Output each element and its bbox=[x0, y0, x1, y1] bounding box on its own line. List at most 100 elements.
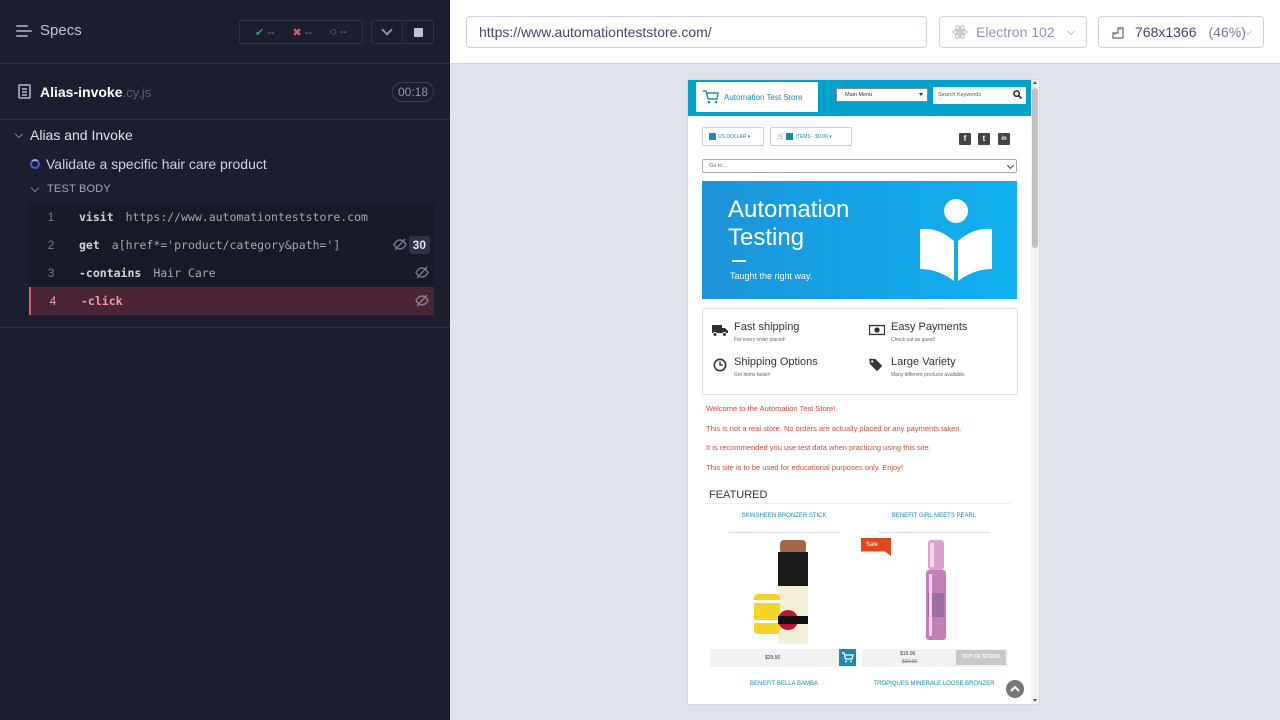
pending-icon: ◌ bbox=[330, 26, 337, 38]
list-icon bbox=[16, 24, 32, 38]
old-price: $30.00 bbox=[902, 659, 918, 665]
divider bbox=[706, 503, 1011, 504]
cart-dropdown[interactable]: 🛒 ITEMS - $0.00 ▾ bbox=[770, 127, 852, 146]
test-stats: ✔ -- ✖ -- ◌ -- bbox=[239, 20, 363, 44]
twitter-icon[interactable]: t bbox=[978, 133, 990, 145]
search-icon[interactable] bbox=[1013, 90, 1022, 99]
ruler-icon bbox=[1112, 27, 1124, 39]
viewport-info[interactable]: 768x1366 (46%) bbox=[1098, 16, 1264, 48]
price-bar: $29.50 bbox=[710, 649, 856, 667]
feature-large-variety: Large Variety Many different products ava… bbox=[869, 356, 966, 378]
aut-iframe: Automation Test Store Main Menu Search K… bbox=[688, 80, 1039, 704]
command-row-failed[interactable]: 4 -click bbox=[29, 287, 434, 315]
main-menu-select[interactable]: Main Menu bbox=[836, 88, 928, 102]
file-icon bbox=[18, 84, 31, 99]
reporter-header: Specs ✔ -- ✖ -- ◌ -- bbox=[0, 0, 450, 64]
cart-logo-icon bbox=[703, 90, 719, 104]
items-icon bbox=[786, 133, 794, 140]
command-log-panel: Specs ✔ -- ✖ -- ◌ -- Alias-invoke.cy.js 00:… bbox=[0, 0, 450, 720]
featured-heading: FEATURED bbox=[709, 489, 768, 501]
linkedin-icon[interactable]: in bbox=[998, 133, 1010, 145]
browser-selector[interactable]: Electron 102 bbox=[939, 16, 1087, 48]
aut-scrollbar[interactable] bbox=[1031, 80, 1039, 704]
store-logo[interactable]: Automation Test Store bbox=[696, 82, 818, 112]
eye-slash-icon bbox=[393, 238, 407, 251]
stop-button[interactable] bbox=[403, 21, 433, 43]
add-to-cart-button[interactable] bbox=[839, 649, 856, 666]
product-link[interactable]: BENEFIT BELLA BAMBA bbox=[710, 681, 858, 687]
eye-slash-icon bbox=[415, 294, 429, 307]
scroll-down-arrow[interactable] bbox=[1033, 699, 1037, 702]
chevron-down-icon bbox=[381, 24, 393, 36]
message-line: Welcome to the Automation Test Store! bbox=[706, 404, 836, 413]
caret-down-icon bbox=[30, 183, 40, 192]
eye-slash-icon bbox=[415, 266, 429, 279]
message-line: It is recommended you use test data when… bbox=[706, 443, 931, 452]
element-count-badge: 30 bbox=[408, 236, 430, 254]
divider bbox=[728, 532, 840, 533]
product-link[interactable]: TROPIQUES MINERALE LOOSE BRONZER bbox=[860, 681, 1008, 687]
currency-icon bbox=[709, 133, 716, 140]
clock-icon bbox=[713, 358, 727, 372]
product-link[interactable]: BENEFIT GIRL MEETS PEARL bbox=[860, 513, 1008, 519]
divider bbox=[0, 327, 450, 328]
duration-badge: 00:18 bbox=[392, 82, 434, 102]
welcome-messages: Welcome to the Automation Test Store! Th… bbox=[706, 404, 962, 482]
aut-header: https://www.automationteststore.com/ Ele… bbox=[450, 0, 1280, 64]
suite-title[interactable]: Alias and Invoke bbox=[14, 127, 133, 143]
sale-price: $19.00 bbox=[900, 651, 916, 657]
scroll-thumb[interactable] bbox=[1032, 88, 1038, 248]
command-row[interactable]: 2 get a[href*='product/category&path='] … bbox=[29, 231, 434, 259]
command-row[interactable]: 3 -contains Hair Care bbox=[29, 259, 434, 287]
spec-file-name: Alias-invoke.cy.js bbox=[40, 84, 152, 100]
features-box: Fast shipping For every order placed! Eas… bbox=[702, 308, 1018, 395]
out-of-stock-badge: OUT OF STOCK bbox=[956, 650, 1006, 665]
tags-icon bbox=[869, 358, 883, 372]
feature-fast-shipping: Fast shipping For every order placed! bbox=[712, 321, 799, 343]
divider bbox=[732, 260, 746, 262]
price-bar: $19.00 $30.00 OUT OF STOCK bbox=[862, 649, 1008, 667]
sale-badge: Sale bbox=[861, 538, 891, 556]
expand-button[interactable] bbox=[372, 21, 403, 43]
chevron-down-icon bbox=[1066, 26, 1076, 36]
zoom-level: (46%) bbox=[1208, 24, 1246, 40]
viewport-size: 768x1366 bbox=[1135, 24, 1197, 40]
passed-stat: ✔ -- bbox=[255, 26, 275, 39]
product-link[interactable]: SKINSHEEN BRONZER STICK bbox=[710, 513, 858, 519]
pending-stat: ◌ -- bbox=[330, 26, 347, 38]
cart-icon: 🛒 bbox=[777, 134, 785, 140]
running-spinner-icon bbox=[30, 159, 40, 169]
price: $29.50 bbox=[765, 655, 781, 661]
goto-select[interactable]: Go to... bbox=[702, 159, 1017, 173]
chevron-up-icon bbox=[1010, 685, 1020, 692]
browser-label: Electron 102 bbox=[976, 24, 1055, 40]
divider bbox=[878, 532, 990, 533]
stop-icon bbox=[413, 27, 423, 37]
message-line: This site is to be used for educational … bbox=[706, 462, 904, 472]
test-title[interactable]: Validate a specific hair care product bbox=[30, 156, 267, 172]
hero-banner[interactable]: Automation Testing Taught the right way. bbox=[702, 181, 1017, 299]
specs-label: Specs bbox=[40, 22, 82, 39]
currency-dropdown[interactable]: US DOLLAR ▾ bbox=[702, 127, 764, 146]
search-input[interactable]: Search Keywords bbox=[933, 87, 1026, 104]
store-header: Automation Test Store Main Menu Search K… bbox=[688, 80, 1031, 116]
feature-easy-payments: Easy Payments Check out as guest! bbox=[869, 321, 967, 343]
command-list: 1 visit https://www.automationteststore.… bbox=[29, 203, 434, 315]
product-image-bronzer-stick[interactable] bbox=[750, 538, 816, 646]
scroll-to-top-button[interactable] bbox=[1006, 680, 1024, 698]
failed-stat: ✖ -- bbox=[292, 26, 313, 39]
electron-icon bbox=[952, 25, 968, 39]
check-icon: ✔ bbox=[255, 26, 265, 39]
product-image-girl-meets-pearl[interactable] bbox=[916, 538, 956, 646]
specs-button[interactable]: Specs bbox=[16, 22, 82, 39]
scroll-up-arrow[interactable] bbox=[1033, 81, 1037, 84]
book-reader-icon bbox=[920, 199, 992, 281]
facebook-icon[interactable]: f bbox=[959, 133, 971, 145]
test-body-label[interactable]: TEST BODY bbox=[30, 183, 111, 195]
message-line: This is not a real store. No orders are … bbox=[706, 423, 962, 433]
command-row[interactable]: 1 visit https://www.automationteststore.… bbox=[29, 203, 434, 231]
url-bar[interactable]: https://www.automationteststore.com/ bbox=[466, 16, 927, 48]
x-icon: ✖ bbox=[292, 26, 302, 39]
truck-icon bbox=[712, 325, 728, 337]
feature-shipping-options: Shipping Options Get items faster! bbox=[712, 356, 818, 378]
